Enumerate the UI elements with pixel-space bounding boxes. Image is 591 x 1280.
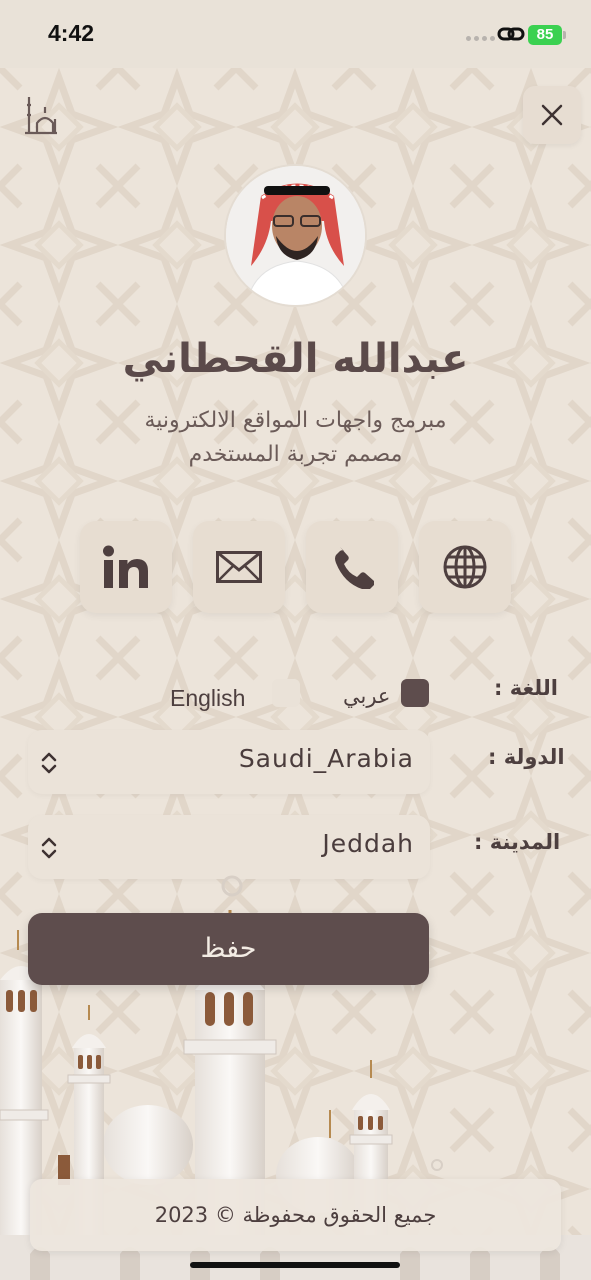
- phone-button[interactable]: [306, 521, 398, 613]
- linkedin-button[interactable]: [80, 521, 172, 613]
- linkedin-icon: [103, 545, 148, 588]
- website-button[interactable]: [419, 521, 511, 613]
- mosque-logo-button[interactable]: [12, 86, 70, 144]
- link-icon: [497, 27, 525, 41]
- mosque-logo-icon: [25, 97, 57, 135]
- arabic-option-label[interactable]: عربي: [343, 684, 390, 708]
- profile-subtitle-line2: مصمم تجربة المستخدم: [188, 442, 403, 467]
- status-bar: 4:42 85: [0, 0, 591, 68]
- profile-subtitle-line1: مبرمج واجهات المواقع الالكترونية: [144, 408, 447, 433]
- country-label: الدولة :: [488, 745, 565, 769]
- globe-icon: [443, 545, 487, 589]
- city-value: Jeddah: [322, 829, 414, 858]
- avatar: [224, 164, 367, 307]
- english-checkbox[interactable]: [272, 679, 300, 707]
- save-button[interactable]: حفظ: [28, 913, 429, 985]
- country-select[interactable]: Saudi_Arabia: [28, 730, 430, 794]
- language-label: اللغة :: [494, 676, 558, 700]
- email-button[interactable]: [193, 521, 285, 613]
- mail-icon: [216, 551, 262, 583]
- country-value: Saudi_Arabia: [238, 744, 414, 773]
- updown-caret-icon: [41, 837, 57, 859]
- status-time: 4:42: [48, 20, 95, 46]
- battery-tip: [563, 31, 566, 39]
- close-icon: [541, 104, 563, 126]
- home-indicator[interactable]: [190, 1262, 400, 1268]
- english-option-label[interactable]: English: [170, 685, 245, 712]
- city-label: المدينة :: [474, 830, 561, 854]
- footer-copyright: جميع الحقوق محفوظة © 2023: [30, 1179, 561, 1251]
- battery-icon: 85: [528, 25, 562, 45]
- phone-icon: [335, 547, 374, 589]
- close-button[interactable]: [523, 86, 581, 144]
- arabic-checkbox[interactable]: [401, 679, 429, 707]
- avatar-image: [226, 166, 365, 305]
- updown-caret-icon: [41, 752, 57, 774]
- profile-name: عبدالله القحطاني: [122, 336, 469, 382]
- signal-icon: [466, 36, 495, 41]
